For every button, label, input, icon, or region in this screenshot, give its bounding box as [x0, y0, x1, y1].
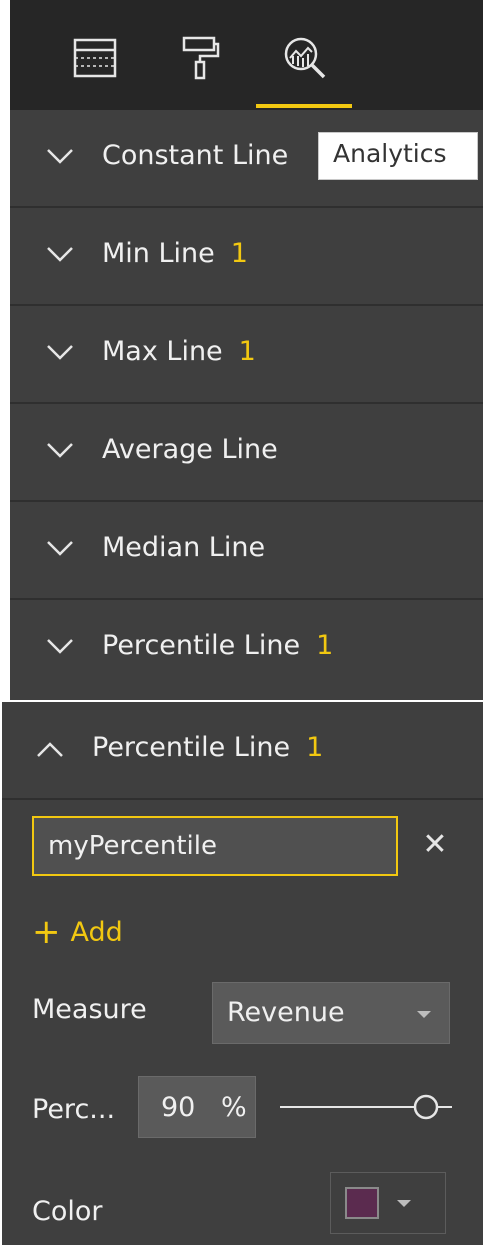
section-label: Percentile Line 1 — [92, 732, 324, 763]
percent-sign: % — [221, 1092, 247, 1123]
row-min-line[interactable]: Min Line 1 — [10, 208, 483, 306]
fields-tab[interactable] — [65, 28, 125, 88]
row-count: 1 — [316, 630, 334, 661]
color-picker[interactable] — [330, 1172, 446, 1234]
row-label: Median Line — [102, 532, 266, 563]
row-label: Average Line — [102, 434, 278, 465]
active-tab-indicator — [256, 104, 352, 108]
chevron-up-icon — [37, 742, 63, 757]
row-median-line[interactable]: Median Line — [10, 502, 483, 600]
section-count: 1 — [306, 732, 324, 763]
paint-roller-icon — [182, 36, 220, 80]
add-line-button[interactable]: + Add — [32, 910, 123, 954]
chevron-down-icon — [47, 639, 73, 654]
plus-icon: + — [32, 912, 61, 952]
color-label: Color — [32, 1196, 103, 1227]
color-swatch — [345, 1187, 379, 1219]
chevron-down-icon — [47, 345, 73, 360]
percentile-value: 90 — [161, 1092, 196, 1123]
section-header-percentile-line[interactable]: Percentile Line 1 — [2, 702, 483, 800]
row-max-line[interactable]: Max Line 1 — [10, 306, 483, 404]
slider-thumb[interactable] — [413, 1094, 439, 1120]
remove-line-icon[interactable]: ✕ — [420, 828, 450, 862]
format-tab[interactable] — [170, 28, 230, 88]
chevron-down-icon — [47, 149, 73, 164]
percentile-label: Perc... — [32, 1094, 116, 1125]
dropdown-caret-icon — [417, 1011, 431, 1018]
line-name-input[interactable]: myPercentile — [32, 816, 398, 876]
percentile-input[interactable]: 90 % — [138, 1076, 256, 1138]
chevron-down-icon — [47, 247, 73, 262]
chevron-down-icon — [47, 443, 73, 458]
analytics-tab[interactable] — [275, 28, 335, 88]
row-percentile-line[interactable]: Percentile Line 1 — [10, 600, 483, 698]
analytics-tooltip: Analytics — [318, 132, 478, 180]
pane-toolbar — [10, 0, 483, 110]
add-label: Add — [70, 916, 123, 948]
row-count: 1 — [230, 238, 248, 269]
row-label: Constant Line — [102, 140, 289, 171]
dropdown-caret-icon — [397, 1200, 411, 1207]
table-fields-icon — [73, 38, 117, 78]
percentile-line-panel: Percentile Line 1 myPercentile ✕ + Add Me… — [2, 702, 483, 1245]
row-label: Max Line 1 — [102, 336, 256, 367]
measure-label: Measure — [32, 994, 147, 1025]
slider-track — [280, 1094, 452, 1120]
measure-value: Revenue — [227, 997, 345, 1028]
row-label: Min Line 1 — [102, 238, 248, 269]
row-average-line[interactable]: Average Line — [10, 404, 483, 502]
chevron-down-icon — [47, 541, 73, 556]
row-count: 1 — [238, 336, 256, 367]
measure-dropdown[interactable]: Revenue — [212, 982, 450, 1044]
percentile-slider[interactable] — [278, 1092, 454, 1122]
analytics-pane-top: Constant Line Min Line 1 Max Line 1 Averag… — [10, 0, 483, 700]
analytics-magnifier-icon — [284, 37, 326, 79]
row-label: Percentile Line 1 — [102, 630, 334, 661]
